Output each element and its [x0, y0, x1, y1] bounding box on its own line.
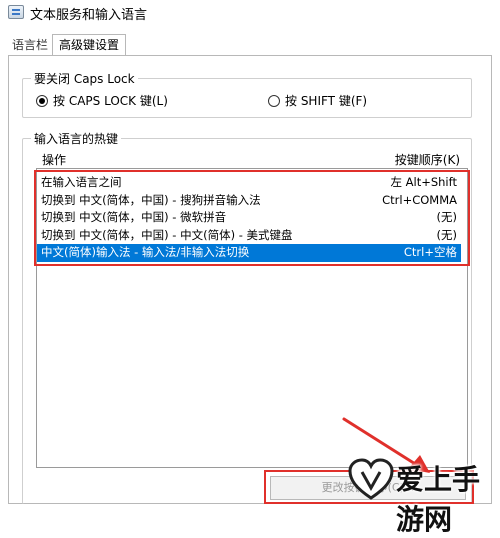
- hotkey-sequence: Ctrl+COMMA: [382, 192, 457, 207]
- title-bar: 文本服务和输入语言: [0, 0, 500, 28]
- hotkey-sequence: Ctrl+空格: [403, 245, 457, 259]
- watermark: 爱上手游网: [348, 456, 500, 536]
- hotkeys-group-title: 输入语言的热键: [31, 130, 122, 147]
- column-header-key-sequence: 按键顺序(K): [394, 153, 460, 167]
- caps-lock-key-label: 按 CAPS LOCK 键(L): [53, 94, 168, 108]
- keyboard-settings-icon: [8, 5, 24, 19]
- shift-key-radio[interactable]: 按 SHIFT 键(F): [268, 93, 367, 109]
- hotkey-row[interactable]: 切换到 中文(简体，中国) - 中文(简体) - 美式键盘 (无): [37, 227, 461, 245]
- watermark-text: 爱上手游网: [396, 463, 481, 536]
- caps-lock-key-radio[interactable]: 按 CAPS LOCK 键(L): [36, 93, 168, 109]
- hotkey-row[interactable]: 在输入语言之间 左 Alt+Shift: [37, 174, 461, 192]
- tab-strip: 语言栏 高级键设置: [0, 34, 500, 57]
- hotkey-sequence: (无): [436, 227, 457, 242]
- tab-advanced-key-settings[interactable]: 高级键设置: [52, 34, 127, 57]
- tab-language-bar[interactable]: 语言栏: [8, 36, 52, 54]
- radio-checked-icon[interactable]: [36, 95, 48, 107]
- caps-lock-group-title: 要关闭 Caps Lock: [31, 70, 138, 87]
- hotkey-operation: 切换到 中文(简体，中国) - 中文(简体) - 美式键盘: [41, 227, 293, 242]
- hotkey-rows: 在输入语言之间 左 Alt+Shift 切换到 中文(简体，中国) - 搜狗拼音…: [37, 174, 461, 262]
- hotkey-sequence: 左 Alt+Shift: [390, 175, 457, 189]
- hotkey-operation: 中文(简体)输入法 - 输入法/非输入法切换: [41, 245, 250, 259]
- shift-key-label: 按 SHIFT 键(F): [285, 94, 368, 108]
- hotkey-row-selected[interactable]: 中文(简体)输入法 - 输入法/非输入法切换 Ctrl+空格: [37, 244, 461, 262]
- hotkey-operation: 切换到 中文(简体，中国) - 搜狗拼音输入法: [41, 192, 261, 207]
- window-title: 文本服务和输入语言: [30, 8, 148, 23]
- radio-unchecked-icon[interactable]: [268, 95, 280, 107]
- watermark-logo-icon: [348, 458, 394, 500]
- hotkey-operation: 切换到 中文(简体，中国) - 微软拼音: [41, 210, 227, 224]
- column-header-operation: 操作: [42, 153, 67, 167]
- hotkey-row[interactable]: 切换到 中文(简体，中国) - 搜狗拼音输入法 Ctrl+COMMA: [37, 192, 461, 210]
- hotkey-row[interactable]: 切换到 中文(简体，中国) - 微软拼音 (无): [37, 209, 461, 227]
- hotkey-sequence: (无): [436, 210, 457, 224]
- hotkey-operation: 在输入语言之间: [41, 175, 122, 189]
